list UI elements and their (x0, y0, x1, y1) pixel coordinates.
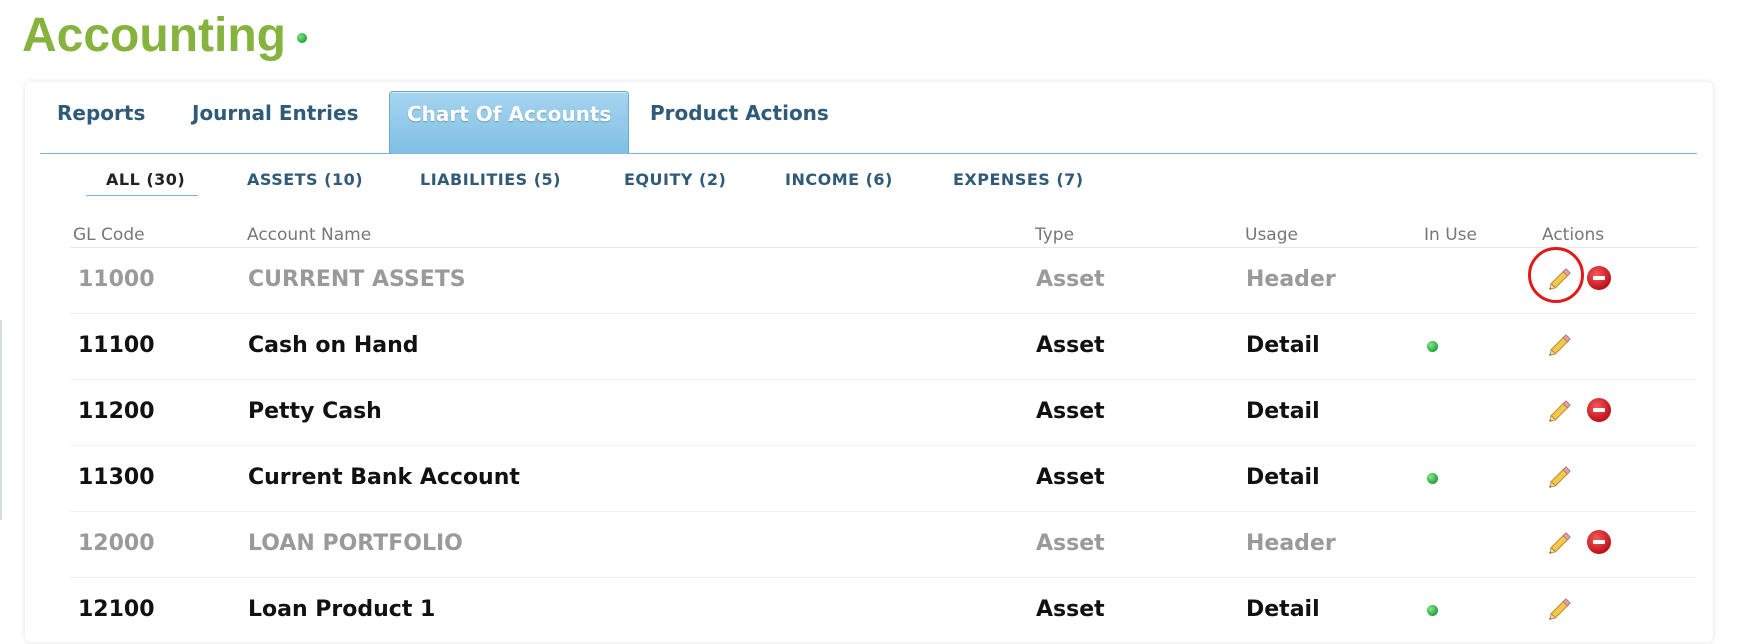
filter-assets[interactable]: ASSETS (10) (247, 170, 363, 189)
account-type: Asset (1036, 399, 1105, 424)
filter-equity[interactable]: EQUITY (2) (624, 170, 726, 189)
filter-liabilities[interactable]: LIABILITIES (5) (420, 170, 561, 189)
tab-reports[interactable]: Reports (57, 91, 145, 153)
gl-code: 11300 (78, 465, 155, 490)
account-name: Cash on Hand (248, 333, 419, 358)
in-use-indicator-icon (1427, 605, 1438, 616)
main-tab-bar: Reports Journal Entries Chart Of Account… (40, 91, 1697, 154)
column-header-usage[interactable]: Usage (1245, 225, 1298, 245)
account-usage: Header (1246, 267, 1336, 292)
gl-code: 11200 (78, 399, 155, 424)
tab-chart-of-accounts[interactable]: Chart Of Accounts (389, 91, 630, 154)
edit-pencil-icon[interactable] (1545, 394, 1577, 426)
in-use-indicator-icon (1427, 341, 1438, 352)
account-name: Petty Cash (248, 399, 382, 424)
gl-code: 12100 (78, 597, 155, 622)
gl-code: 11100 (78, 333, 155, 358)
account-type: Asset (1036, 597, 1105, 622)
account-usage: Detail (1246, 333, 1320, 358)
window-edge (0, 320, 2, 520)
table-row[interactable]: 11000 CURRENT ASSETS Asset Header (70, 247, 1697, 314)
tab-journal-entries[interactable]: Journal Entries (192, 91, 358, 153)
account-name: Loan Product 1 (248, 597, 436, 622)
account-type: Asset (1036, 267, 1105, 292)
account-type: Asset (1036, 531, 1105, 556)
column-header-type[interactable]: Type (1035, 225, 1074, 245)
delete-icon[interactable] (1587, 266, 1611, 290)
delete-icon[interactable] (1587, 398, 1611, 422)
tab-product-actions[interactable]: Product Actions (650, 91, 829, 153)
edit-pencil-icon[interactable] (1545, 460, 1577, 492)
column-header-in-use[interactable]: In Use (1424, 225, 1477, 245)
filter-expenses[interactable]: EXPENSES (7) (953, 170, 1084, 189)
account-type: Asset (1036, 465, 1105, 490)
account-usage: Detail (1246, 465, 1320, 490)
status-indicator-icon (297, 33, 307, 43)
table-row[interactable]: 12100 Loan Product 1 Asset Detail (70, 577, 1697, 644)
gl-code: 12000 (78, 531, 155, 556)
edit-pencil-icon[interactable] (1545, 592, 1577, 624)
edit-pencil-icon[interactable] (1545, 328, 1577, 360)
account-usage: Detail (1246, 399, 1320, 424)
column-header-gl-code[interactable]: GL Code (73, 225, 145, 245)
in-use-indicator-icon (1427, 473, 1438, 484)
account-usage: Detail (1246, 597, 1320, 622)
table-row[interactable]: 11100 Cash on Hand Asset Detail (70, 313, 1697, 380)
column-header-actions: Actions (1542, 225, 1605, 245)
page-title: Accounting (22, 9, 286, 62)
account-usage: Header (1246, 531, 1336, 556)
active-filter-underline (86, 195, 198, 196)
account-name: CURRENT ASSETS (248, 267, 466, 292)
edit-pencil-icon[interactable] (1545, 262, 1577, 294)
table-row[interactable]: 11200 Petty Cash Asset Detail (70, 379, 1697, 446)
gl-code: 11000 (78, 267, 155, 292)
filter-income[interactable]: INCOME (6) (785, 170, 893, 189)
column-header-account-name[interactable]: Account Name (247, 225, 371, 245)
account-name: Current Bank Account (248, 465, 520, 490)
delete-icon[interactable] (1587, 530, 1611, 554)
account-name: LOAN PORTFOLIO (248, 531, 463, 556)
edit-pencil-icon[interactable] (1545, 526, 1577, 558)
filter-all[interactable]: ALL (30) (106, 170, 185, 189)
table-row[interactable]: 11300 Current Bank Account Asset Detail (70, 445, 1697, 512)
table-row[interactable]: 12000 LOAN PORTFOLIO Asset Header (70, 511, 1697, 578)
account-type: Asset (1036, 333, 1105, 358)
